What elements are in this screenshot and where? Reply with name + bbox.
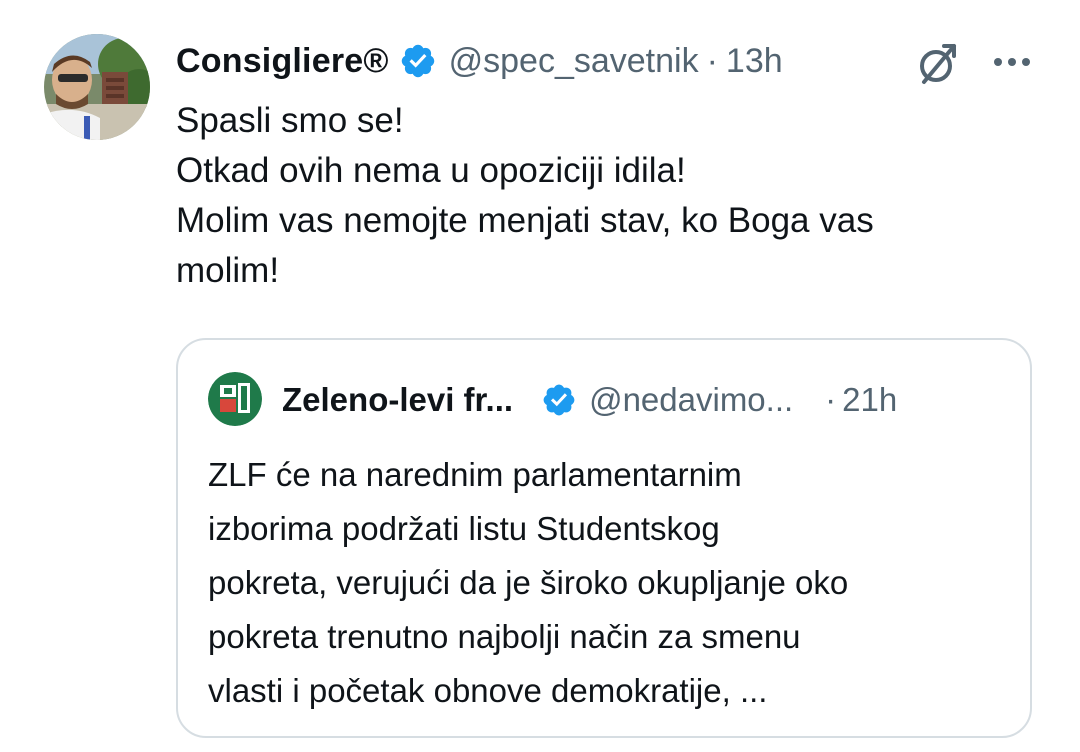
grok-icon[interactable] <box>914 40 962 88</box>
quoted-text-line: pokreta, verujući da je široko okupljanj… <box>208 564 849 601</box>
quoted-tweet-card[interactable]: Zeleno-levi fr... @nedavimo... · 21h ZLF… <box>176 338 1032 738</box>
author-avatar-image <box>44 34 150 140</box>
tweet-header: Consigliere® @spec_savetnik · 13h <box>176 36 783 86</box>
author-avatar[interactable] <box>44 34 150 140</box>
quoted-text-line: pokreta trenutno najbolji način za smenu <box>208 618 801 655</box>
tweet-timestamp[interactable]: 13h <box>726 42 783 81</box>
quoted-tweet-timestamp[interactable]: 21h <box>842 381 897 419</box>
author-handle[interactable]: @spec_savetnik <box>449 42 699 81</box>
quoted-text-line: ZLF će na narednim parlamentarnim <box>208 456 742 493</box>
quoted-author-handle[interactable]: @nedavimo... <box>589 381 793 419</box>
quoted-tweet-text: ZLF će na narednim parlamentarnim izbori… <box>208 448 1018 718</box>
tweet-text-line: Spasli smo se! <box>176 101 404 140</box>
quoted-text-line: vlasti i početak obnove demokratije, ... <box>208 672 768 709</box>
quoted-author-avatar[interactable] <box>208 372 262 426</box>
quoted-tweet-header: Zeleno-levi fr... @nedavimo... · 21h <box>282 374 1006 426</box>
tweet-text: Spasli smo se! Otkad ovih nema u opozici… <box>176 96 1036 296</box>
more-options-icon[interactable] <box>990 44 1034 80</box>
quoted-author-display-name[interactable]: Zeleno-levi fr... <box>282 381 513 419</box>
zlf-logo-icon <box>208 372 262 426</box>
tweet[interactable]: Consigliere® @spec_savetnik · 13h Spasli… <box>0 0 1080 752</box>
tweet-text-line: Molim vas nemojte menjati stav, ko Boga … <box>176 201 874 240</box>
quoted-header-separator: · <box>825 381 837 418</box>
header-separator: · <box>706 41 718 80</box>
verified-badge-icon[interactable] <box>541 382 577 418</box>
author-display-name[interactable]: Consigliere® <box>176 42 389 81</box>
verified-badge-icon[interactable] <box>399 42 437 80</box>
quoted-text-line: izborima podržati listu Studentskog <box>208 510 720 547</box>
tweet-text-line: Otkad ovih nema u opoziciji idila! <box>176 151 686 190</box>
tweet-text-line: molim! <box>176 251 280 290</box>
